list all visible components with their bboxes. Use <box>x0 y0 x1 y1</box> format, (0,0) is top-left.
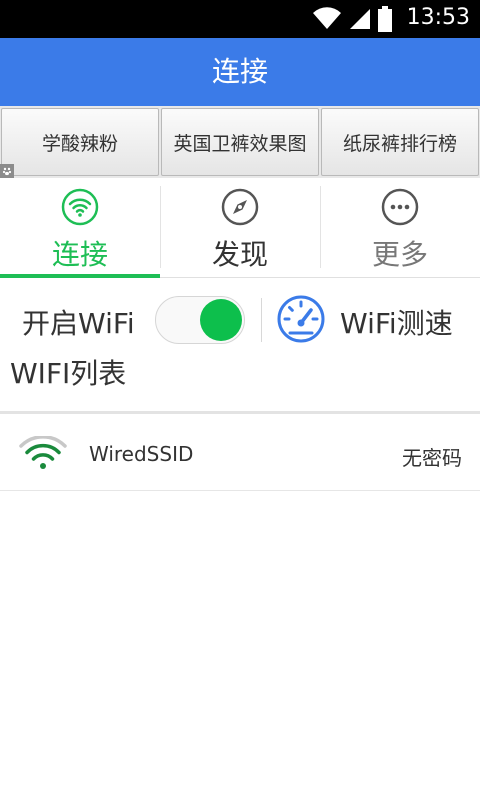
tab-bar: 连接 发现 更多 <box>0 180 480 278</box>
ad-badge-icon <box>0 164 14 178</box>
status-icons <box>312 6 392 32</box>
speedometer-icon[interactable] <box>276 294 326 344</box>
tab-label: 更多 <box>371 238 428 271</box>
wifi-signal-icon <box>313 7 341 29</box>
ssid-label: WiredSSID <box>89 442 194 466</box>
controls-divider <box>261 298 262 342</box>
wifi-toggle-label: 开启WiFi <box>22 307 135 340</box>
app-bar: 连接 <box>0 38 480 106</box>
compass-icon <box>221 188 259 226</box>
tab-label: 连接 <box>51 238 108 271</box>
ad-item[interactable]: 纸尿裤排行榜 <box>321 108 479 176</box>
security-label: 无密码 <box>402 446 462 470</box>
status-bar: 13:53 <box>0 0 480 38</box>
wifi-signal-icon <box>19 436 67 469</box>
list-item[interactable]: WiredSSID 无密码 <box>0 414 480 491</box>
ad-label: 学酸辣粉 <box>41 132 118 155</box>
tab-more[interactable]: 更多 <box>320 180 480 277</box>
ad-strip: 学酸辣粉 英国卫裤效果图 纸尿裤排行榜 <box>0 106 480 178</box>
cell-signal-icon <box>350 9 370 29</box>
wifi-icon <box>61 188 99 226</box>
ad-item[interactable]: 英国卫裤效果图 <box>161 108 319 176</box>
tab-connect[interactable]: 连接 <box>0 180 160 278</box>
more-dots-icon <box>381 188 419 226</box>
battery-icon <box>378 6 392 32</box>
wifi-list-title: WIFI列表 <box>10 357 127 390</box>
active-tab-indicator <box>0 274 160 278</box>
toggle-knob <box>200 299 242 341</box>
ad-item[interactable]: 学酸辣粉 <box>1 108 159 176</box>
wifi-toggle-switch[interactable] <box>155 296 245 344</box>
status-time: 13:53 <box>406 5 470 30</box>
ad-label: 纸尿裤排行榜 <box>342 132 457 155</box>
wifi-controls: 开启WiFi WiFi测速 <box>0 290 480 350</box>
tab-discover[interactable]: 发现 <box>160 180 320 277</box>
speed-test-button[interactable]: WiFi测速 <box>340 302 453 342</box>
ad-label: 英国卫裤效果图 <box>173 132 307 155</box>
tab-label: 发现 <box>211 238 268 271</box>
page-title: 连接 <box>211 55 268 88</box>
